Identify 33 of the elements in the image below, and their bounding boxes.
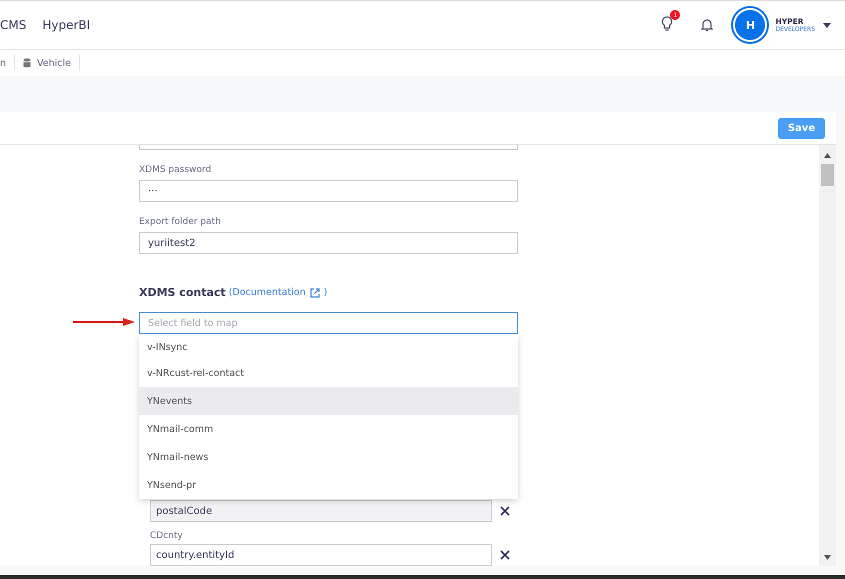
close-icon[interactable] (500, 506, 510, 516)
field-label: CDcnty (150, 531, 184, 541)
dropdown-option[interactable]: YNmail-news (139, 443, 518, 471)
nav-link[interactable]: HyperBI (42, 18, 90, 32)
field-label: Export folder path (139, 217, 222, 227)
dropdown-option[interactable]: YNevents (139, 387, 518, 415)
dropdown-option[interactable]: YNmail-comm (139, 415, 518, 443)
caret-icon[interactable] (823, 22, 831, 28)
external-link-icon (310, 288, 320, 298)
lightbulb-icon[interactable] (661, 16, 674, 32)
documentation-link[interactable]: (Documentation ) (228, 287, 328, 298)
tab[interactable]: n (0, 55, 16, 71)
dropdown-option[interactable]: v-NRcust-rel-contact (139, 359, 518, 387)
scrollbar[interactable] (819, 145, 836, 566)
field-label: XDMS password (139, 165, 212, 175)
input-field[interactable] (139, 145, 518, 150)
section-title: XDMS contact (139, 286, 226, 299)
input-field[interactable]: postalCode (150, 500, 492, 522)
arrow-annotation (73, 318, 135, 326)
database-icon (23, 58, 32, 68)
scroll-thumb[interactable] (821, 164, 834, 186)
dropdown-option[interactable]: YNsend-pr (139, 471, 518, 499)
scroll-up-icon[interactable] (824, 153, 831, 158)
user-avatar[interactable]: H (733, 8, 768, 42)
tab[interactable]: Vehicle (15, 55, 80, 71)
scroll-down-icon[interactable] (824, 555, 831, 560)
dropdown-option[interactable]: v-INsync (139, 335, 518, 359)
nav-link[interactable]: CMS (0, 18, 26, 32)
close-icon[interactable] (500, 550, 510, 560)
bell-icon[interactable] (701, 18, 714, 32)
input-field[interactable]: country.entityId (150, 544, 492, 566)
input-field[interactable]: ··· (139, 180, 518, 202)
input-field[interactable]: yuriitest2 (139, 232, 518, 254)
